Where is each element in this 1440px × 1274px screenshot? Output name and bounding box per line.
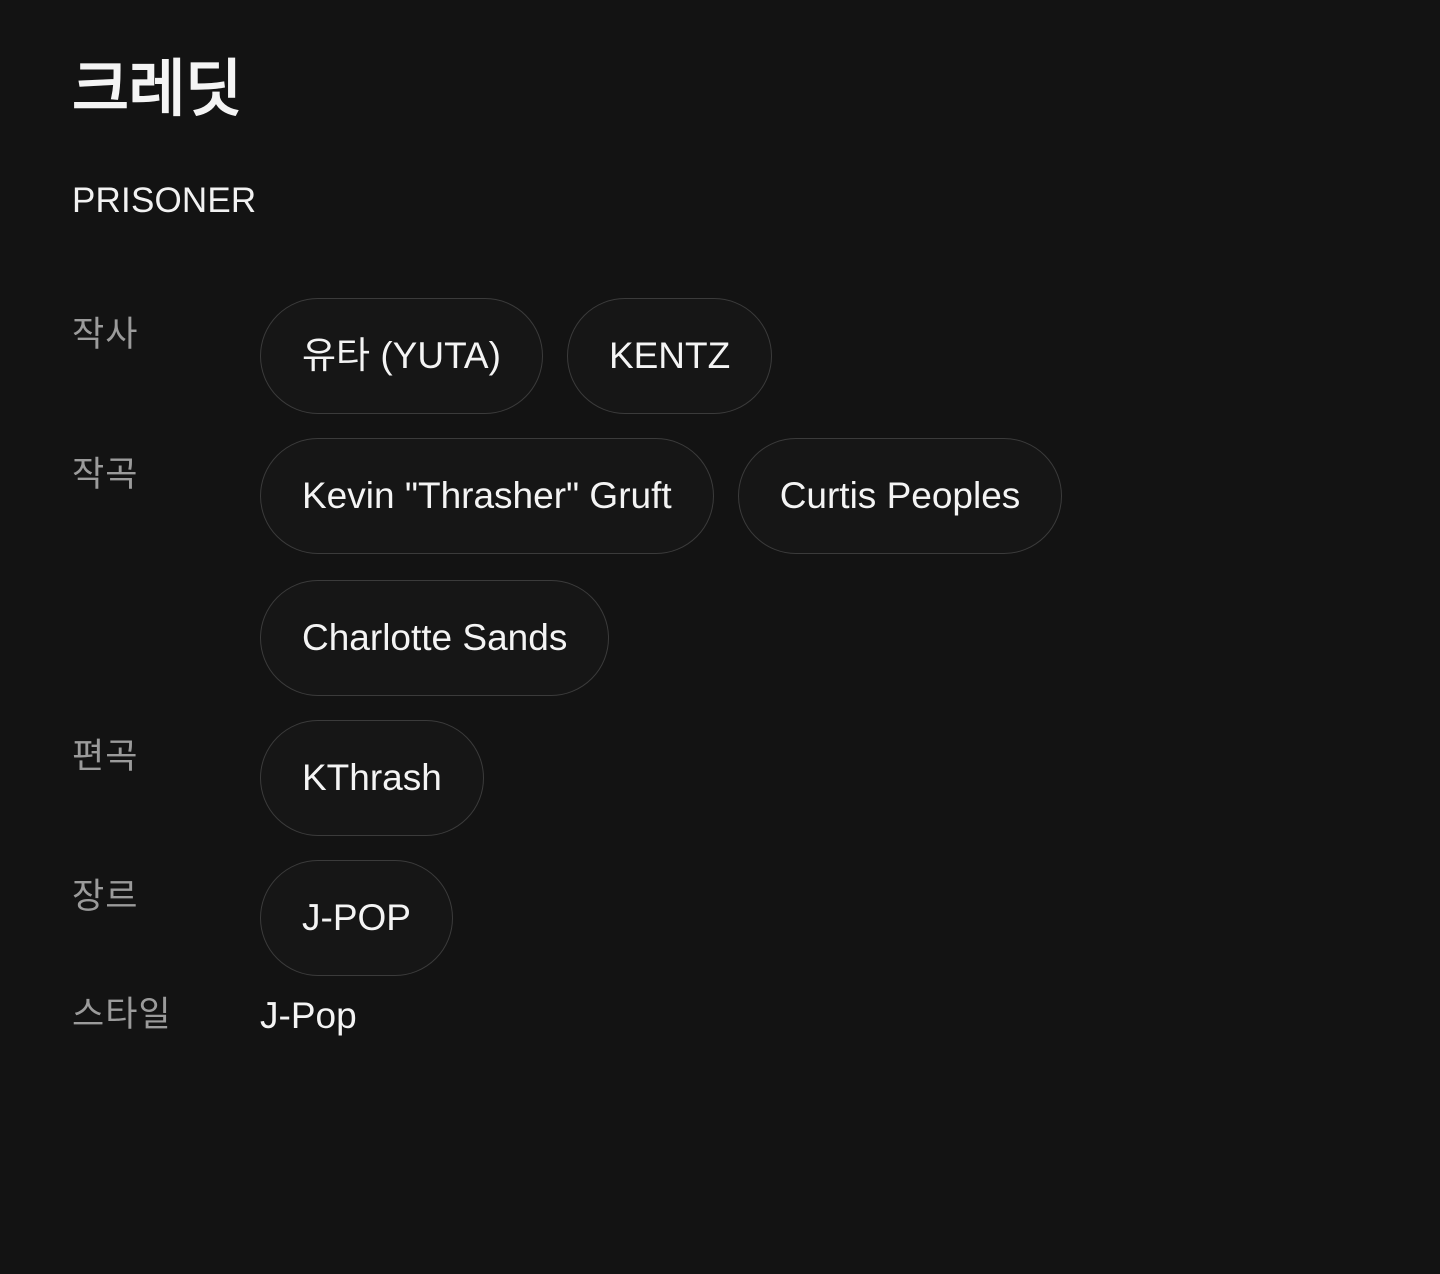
credits-page: 크레딧 PRISONER 작사 유타 (YUTA) KENTZ 작곡 Kevin "Th… <box>0 0 1440 1274</box>
credit-list: 작사 유타 (YUTA) KENTZ 작곡 Kevin "Thrasher" Gruft… <box>72 222 1368 1038</box>
credit-row: 스타일 J-Pop <box>72 994 1368 1038</box>
credit-values: 유타 (YUTA) KENTZ <box>260 284 1290 414</box>
credit-role-label: 작사 <box>72 314 139 354</box>
credit-values: J-POP <box>260 846 1290 976</box>
credit-row: 장르 J-POP <box>72 846 1368 976</box>
credit-role-label: 스타일 <box>72 994 172 1034</box>
page-title: 크레딧 <box>72 55 242 124</box>
track-title: PRISONER <box>72 180 257 220</box>
credit-chip[interactable]: Curtis Peoples <box>737 437 1063 554</box>
credit-chip[interactable]: 유타 (YUTA) <box>260 297 543 414</box>
credit-chip[interactable]: KThrash <box>260 719 484 836</box>
credit-chip[interactable]: KENTZ <box>566 297 773 414</box>
credit-chip[interactable]: J-POP <box>260 859 453 976</box>
credit-values: J-Pop <box>260 994 1290 1038</box>
credit-row: 작곡 Kevin "Thrasher" Gruft Curtis Peoples Ch… <box>72 424 1368 696</box>
credit-text-value: J-Pop <box>260 994 357 1036</box>
credit-row: 작사 유타 (YUTA) KENTZ <box>72 284 1368 414</box>
credit-row: 편곡 KThrash <box>72 706 1368 836</box>
credit-values: KThrash <box>260 706 1290 836</box>
credit-role-label: 작곡 <box>72 454 139 494</box>
credit-chip[interactable]: Charlotte Sands <box>260 579 610 696</box>
credit-values: Kevin "Thrasher" Gruft Curtis Peoples Char… <box>260 424 1290 696</box>
credit-role-label: 장르 <box>72 876 139 916</box>
credit-chip[interactable]: Kevin "Thrasher" Gruft <box>260 437 714 554</box>
credit-role-label: 편곡 <box>72 736 139 776</box>
